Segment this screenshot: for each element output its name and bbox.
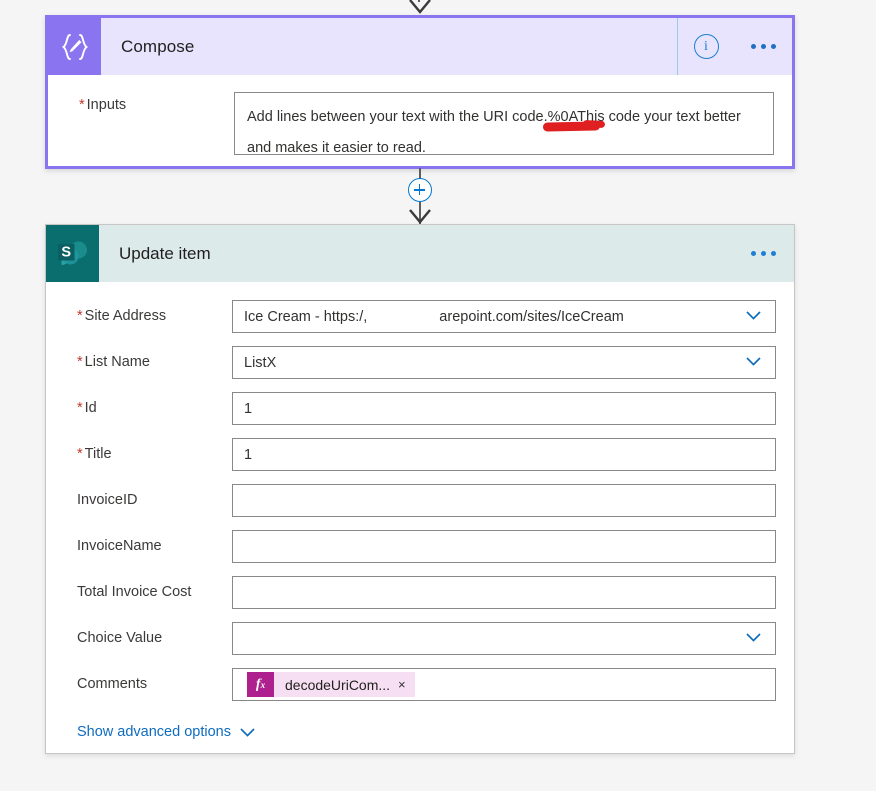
field-row-total-invoice-cost: Total Invoice Cost [64,576,776,609]
input-invoicename[interactable] [232,530,776,563]
ellipsis-dot [760,251,766,256]
chevron-down-icon [240,727,255,737]
inputs-line-2: and makes it easier to read. [247,140,426,155]
incoming-connector-arrow [409,0,431,14]
label-text: Site Address [84,308,167,324]
update-item-action-card[interactable]: S Update item * Site Address Ice Cream - … [45,224,795,754]
label-text: Title [84,446,112,462]
input-title[interactable]: 1 [232,438,776,471]
input-choice-value[interactable] [232,622,776,655]
field-row-invoiceid: InvoiceID [64,484,776,517]
ellipsis-dot [770,251,776,256]
required-marker: * [77,354,83,370]
token-label: decodeUriCom... [285,676,391,693]
chevron-down-icon[interactable] [746,633,761,642]
compose-action-card[interactable]: Compose i * Inputs Add lines between your… [45,15,795,169]
svg-text:S: S [61,244,71,260]
close-icon[interactable]: × [398,678,415,691]
input-list-name[interactable]: ListX [232,346,776,379]
show-advanced-options-link[interactable]: Show advanced options [77,724,776,740]
field-row-choice-value: Choice Value [64,622,776,655]
field-row-comments: Comments fx decodeUriCom... × [64,668,776,701]
site-address-prefix: Ice Cream - https:/, [244,308,368,325]
field-row-title: * Title 1 [64,438,776,471]
update-item-more-menu-button[interactable] [732,225,794,282]
update-item-card-body: * Site Address Ice Cream - https:/, arepoi… [46,282,794,740]
field-row-site-address: * Site Address Ice Cream - https:/, arepoi… [64,300,776,333]
id-value: 1 [244,400,253,417]
update-item-card-header[interactable]: S Update item [46,225,794,282]
list-name-value: ListX [244,354,277,371]
label-id: * Id [64,392,232,416]
compose-braces-pencil-icon [48,18,101,75]
label-list-name: * List Name [64,346,232,370]
required-marker: * [77,446,83,462]
compose-more-menu-button[interactable] [734,18,792,75]
label-site-address: * Site Address [64,300,232,324]
compose-header-actions: i [677,18,792,75]
field-row-list-name: * List Name ListX [64,346,776,379]
field-row-invoicename: InvoiceName [64,530,776,563]
chevron-down-icon[interactable] [746,357,761,366]
title-value: 1 [244,446,253,463]
sharepoint-icon: S [46,225,99,282]
required-marker: * [77,308,83,324]
red-ink-annotation [542,121,601,132]
compose-inputs-field[interactable]: Add lines between your text with the URI… [234,92,774,155]
label-invoiceid: InvoiceID [77,492,138,508]
show-advanced-options-label: Show advanced options [77,724,231,740]
ellipsis-dot [750,251,756,256]
info-icon: i [693,34,719,59]
field-row-id: * Id 1 [64,392,776,425]
label-invoicename: InvoiceName [77,538,162,554]
ellipsis-dot [760,44,766,49]
inputs-line-1: Add lines between your text with the URI… [247,109,741,125]
compose-card-body: * Inputs Add lines between your text with… [48,75,792,155]
flow-designer-canvas: Compose i * Inputs Add lines between your… [0,0,876,791]
required-marker: * [77,400,83,416]
ellipsis-dot [750,44,756,49]
input-invoiceid[interactable] [232,484,776,517]
insert-step-plus-button[interactable] [408,178,432,202]
label-total-invoice-cost: Total Invoice Cost [77,584,192,600]
compose-card-header[interactable]: Compose i [48,18,792,75]
compose-card-title: Compose [121,36,195,56]
required-marker: * [79,97,85,113]
label-comments: Comments [77,676,148,692]
label-title: * Title [64,438,232,462]
label-text: List Name [84,354,150,370]
site-address-suffix: arepoint.com/sites/IceCream [439,308,624,325]
expression-token-chip[interactable]: fx decodeUriCom... × [247,672,415,697]
input-id[interactable]: 1 [232,392,776,425]
connector-between-actions [404,168,436,226]
label-text: Id [84,400,97,416]
label-choice-value: Choice Value [77,630,163,646]
inputs-field-label: * Inputs [66,92,234,155]
fx-icon: fx [247,672,274,697]
input-site-address[interactable]: Ice Cream - https:/, arepoint.com/sites/I… [232,300,776,333]
inputs-label-text: Inputs [86,97,127,113]
input-total-invoice-cost[interactable] [232,576,776,609]
connector-arrowhead [409,209,431,224]
update-item-card-title: Update item [119,243,211,263]
chevron-down-icon[interactable] [746,311,761,320]
input-comments[interactable]: fx decodeUriCom... × [232,668,776,701]
compose-info-button[interactable]: i [678,18,734,75]
ellipsis-dot [770,44,776,49]
